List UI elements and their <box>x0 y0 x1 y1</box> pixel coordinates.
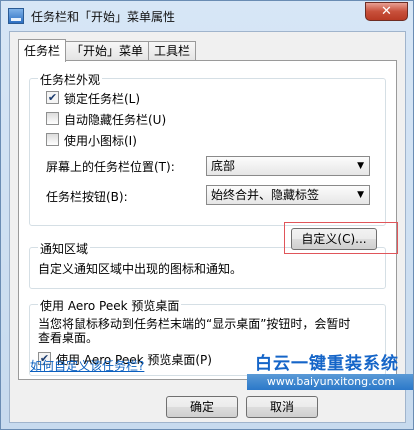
location-select[interactable]: 底部 ▼ <box>206 156 370 176</box>
taskbar-buttons-label: 任务栏按钮(B): <box>46 190 128 204</box>
properties-dialog: 任务栏和「开始」菜单属性 ✕ 任务栏 「开始」菜单 工具栏 任务栏外观 ✔ 锁定… <box>0 0 414 430</box>
tab-strip: 任务栏 「开始」菜单 工具栏 <box>18 39 197 62</box>
autohide-checkbox[interactable] <box>46 112 59 125</box>
small-icons-checkbox[interactable] <box>46 133 59 146</box>
dropdown-arrow-icon: ▼ <box>357 161 364 171</box>
tab-panel-taskbar: 任务栏外观 ✔ 锁定任务栏(L) 自动隐藏任务栏(U) 使用小图标(I) 屏幕上… <box>18 60 397 380</box>
tab-taskbar[interactable]: 任务栏 <box>18 39 67 62</box>
tab-start-menu[interactable]: 「开始」菜单 <box>65 41 150 61</box>
customize-notification-button[interactable]: 自定义(C)... <box>291 228 377 250</box>
location-select-value: 底部 <box>211 159 236 173</box>
title-bar[interactable]: 任务栏和「开始」菜单属性 ✕ <box>1 1 413 31</box>
watermark-url: www.baiyunxitong.com <box>247 374 413 390</box>
aero-peek-description-line2: 查看桌面。 <box>38 331 99 345</box>
cancel-button[interactable]: 取消 <box>246 396 318 418</box>
aero-peek-group-title: 使用 Aero Peek 预览桌面 <box>38 297 182 314</box>
appearance-group: 任务栏外观 ✔ 锁定任务栏(L) 自动隐藏任务栏(U) 使用小图标(I) 屏幕上… <box>29 71 386 226</box>
taskbar-buttons-select-value: 始终合并、隐藏标签 <box>211 188 320 202</box>
lock-taskbar-label: 锁定任务栏(L) <box>64 92 141 106</box>
appearance-group-title: 任务栏外观 <box>38 71 103 88</box>
tab-toolbars[interactable]: 工具栏 <box>148 41 197 61</box>
notification-description: 自定义通知区域中出现的图标和通知。 <box>38 262 243 276</box>
lock-taskbar-checkbox[interactable]: ✔ <box>46 91 59 104</box>
notification-group-title: 通知区域 <box>38 240 91 257</box>
window-title: 任务栏和「开始」菜单属性 <box>31 10 176 24</box>
close-button[interactable]: ✕ <box>365 2 408 21</box>
small-icons-label: 使用小图标(I) <box>64 134 137 148</box>
watermark-logo: 白云一键重装系统 www.baiyunxitong.com <box>247 347 413 397</box>
dropdown-arrow-icon: ▼ <box>357 190 364 200</box>
location-label: 屏幕上的任务栏位置(T): <box>46 160 175 174</box>
autohide-label: 自动隐藏任务栏(U) <box>64 113 167 127</box>
help-link[interactable]: 如何自定义该任务栏? <box>30 357 144 374</box>
ok-button[interactable]: 确定 <box>166 396 238 418</box>
watermark-text: 白云一键重装系统 <box>255 354 399 374</box>
taskbar-icon <box>8 8 24 24</box>
taskbar-buttons-select[interactable]: 始终合并、隐藏标签 ▼ <box>206 185 370 205</box>
